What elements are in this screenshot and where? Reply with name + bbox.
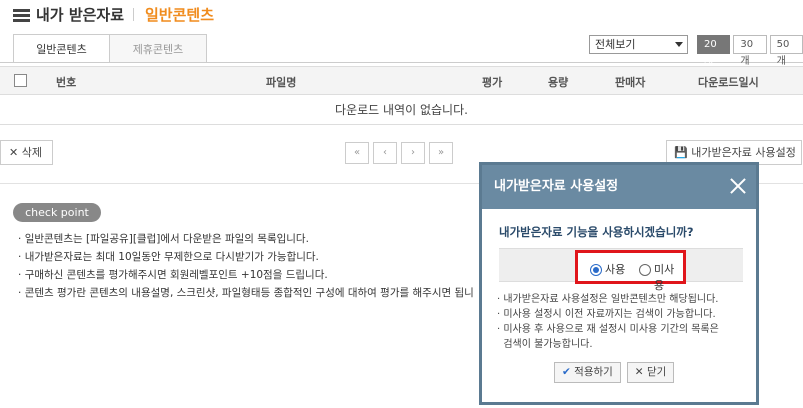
tab-affiliate[interactable]: 제휴콘텐츠: [110, 34, 207, 63]
tab-general[interactable]: 일반콘텐츠: [13, 34, 110, 63]
page-size-50-button[interactable]: 50개: [769, 35, 803, 67]
dialog-question: 내가받은자료 기능을 사용하시겠습니까?: [499, 225, 694, 239]
radio-group-bar: 사용 미사용: [499, 248, 743, 292]
select-all-checkbox[interactable]: [14, 74, 27, 87]
close-icon[interactable]: [730, 178, 746, 194]
col-seller: 판매자: [615, 76, 646, 89]
menu-icon[interactable]: [13, 9, 30, 22]
dialog-header: 내가받은자료 사용설정: [482, 165, 756, 209]
save-icon: 💾: [674, 146, 688, 159]
next-page-button[interactable]: ›: [401, 142, 425, 164]
radio-use[interactable]: [590, 264, 602, 276]
radio-nouse[interactable]: [639, 264, 651, 276]
dialog-title: 내가받은자료 사용설정: [494, 179, 619, 194]
table-header: 번호 파일명 평가 용량 판매자 다운로드일시: [0, 66, 803, 95]
close-icon: ✕: [9, 146, 19, 159]
view-filter-select[interactable]: 전체보기: [589, 35, 688, 54]
checkpoint-notes: · 일반콘텐츠는 [파일공유][클럽]에서 다운받은 파일의 목록입니다. · …: [18, 230, 474, 302]
tabs-divider: [0, 62, 803, 63]
checkpoint-badge: check point: [13, 203, 101, 222]
page-subtitle: 일반콘텐츠: [145, 6, 215, 24]
pagination: « ‹ › »: [345, 142, 457, 164]
radio-use-label: 사용: [605, 263, 626, 276]
check-icon: ✔: [562, 366, 571, 378]
note-item: · 구매하신 콘텐츠를 평가해주시면 회원레벨포인트 +10점을 드립니다.: [18, 269, 328, 281]
prev-page-button[interactable]: ‹: [373, 142, 397, 164]
dialog-buttons: ✔ 적용하기 ✕ 닫기: [554, 362, 680, 383]
chevron-down-icon: [675, 42, 683, 47]
usage-setting-label: 내가받은자료 사용설정: [691, 146, 796, 159]
delete-label: 삭제: [21, 146, 42, 159]
dialog-note: 검색이 불가능합니다.: [503, 339, 593, 350]
page-size-30-button[interactable]: 30개: [733, 35, 767, 67]
col-size: 용량: [548, 76, 569, 89]
close-button[interactable]: ✕ 닫기: [626, 362, 675, 383]
last-page-button[interactable]: »: [429, 142, 453, 164]
radio-nouse-label: 미사용: [654, 263, 675, 292]
col-rating: 평가: [482, 76, 503, 89]
dialog-note: · 미사용 후 사용으로 재 설정시 미사용 기간의 목록은: [497, 324, 719, 335]
usage-setting-dialog: 내가받은자료 사용설정 내가받은자료 기능을 사용하시겠습니까? 사용 미사용 …: [479, 162, 759, 405]
dialog-note: · 내가받은자료 사용설정은 일반콘텐츠만 해당됩니다.: [497, 294, 719, 305]
title-divider: [133, 8, 134, 21]
page-header: 내가 받은자료 일반콘텐츠: [0, 0, 803, 30]
content-tabs: 일반콘텐츠 제휴콘텐츠: [13, 34, 207, 63]
col-download-date: 다운로드일시: [698, 76, 759, 89]
note-item: · 내가받은자료는 최대 10일동안 무제한으로 다시받기가 가능합니다.: [18, 251, 319, 263]
page-size-group: 20개 30개 50개: [697, 35, 803, 67]
note-item: · 콘텐츠 평가란 콘텐츠의 내용설명, 스크린샷, 파일형태등 종합적인 구성…: [18, 287, 474, 299]
empty-message: 다운로드 내역이 없습니다.: [0, 95, 803, 125]
apply-button[interactable]: ✔ 적용하기: [554, 362, 621, 383]
close-icon: ✕: [634, 366, 644, 378]
page-size-20-button[interactable]: 20개: [697, 35, 731, 67]
view-filter-value: 전체보기: [595, 38, 636, 51]
page-title: 내가 받은자료: [36, 6, 125, 24]
delete-button[interactable]: ✕ 삭제: [0, 140, 53, 165]
note-item: · 일반콘텐츠는 [파일공유][클럽]에서 다운받은 파일의 목록입니다.: [18, 233, 309, 245]
col-number: 번호: [56, 76, 77, 89]
dialog-notes: · 내가받은자료 사용설정은 일반콘텐츠만 해당됩니다. · 미사용 설정시 이…: [497, 292, 719, 352]
first-page-button[interactable]: «: [345, 142, 369, 164]
dialog-note: · 미사용 설정시 이전 자료까지는 검색이 가능합니다.: [497, 309, 716, 320]
col-filename: 파일명: [266, 76, 297, 89]
radio-highlight-box: 사용 미사용: [575, 250, 686, 292]
